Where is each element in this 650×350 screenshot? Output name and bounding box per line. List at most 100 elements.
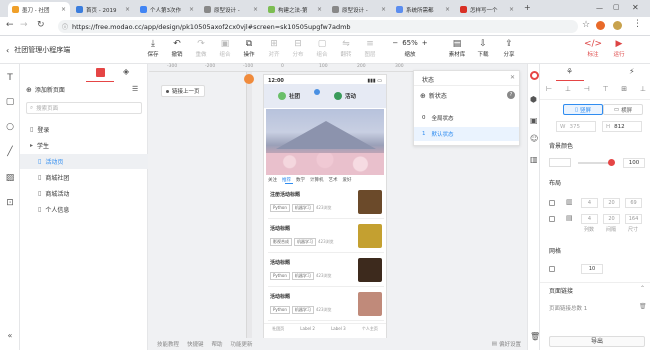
new-state-button[interactable]: ⊕ 新状态 [420, 91, 447, 101]
phone-artboard[interactable]: 12:00 ▮▮▮ ▭ 社团 活动 关注 推荐 数学 计算机 艺术 爱好 注册活动标题 Py… [263, 74, 387, 344]
ruler-handle-icon[interactable] [244, 74, 254, 84]
module-icon[interactable]: ▣ [530, 116, 538, 125]
layers-tab-icon[interactable]: ◈ [123, 67, 129, 76]
page-list-item[interactable]: ▯ 商城社团 [20, 170, 148, 185]
grid-size-field[interactable]: 10 [581, 264, 603, 274]
height-field[interactable]: H 812 [602, 121, 642, 132]
phone-bottom-tab[interactable]: Label 2 [300, 326, 315, 331]
layout-r1-c1[interactable]: 4 [581, 198, 598, 208]
collapse-icon[interactable]: ⌃ [640, 285, 645, 292]
page-search-input[interactable]: ⌕ 搜索页面 [26, 102, 142, 114]
toolbar-button[interactable]: ↶ 撤销 [165, 39, 189, 58]
help-icon[interactable]: ? [507, 91, 515, 99]
toolbar-button[interactable]: ⧉ 操作 [237, 39, 261, 58]
browser-tab[interactable]: 首页 - 2019 × [72, 2, 134, 17]
toolbar-button[interactable]: ▶ 运行 [606, 39, 632, 58]
phone-bottom-tab[interactable]: Label 3 [331, 326, 346, 331]
interaction-tab-icon[interactable]: ⚡ [629, 67, 635, 76]
back-to-projects[interactable]: ‹ 社团管理小程序端 [6, 45, 70, 55]
rectangle-tool-icon[interactable]: ▢ [4, 96, 16, 108]
bottom-link[interactable]: 技能教程 [157, 340, 179, 348]
opacity-slider-track[interactable] [578, 162, 612, 164]
close-tab-icon[interactable]: × [381, 6, 386, 13]
layout-row-checkbox[interactable] [549, 216, 555, 222]
pages-tab-icon[interactable] [96, 68, 105, 77]
bottom-link[interactable]: 帮助 [212, 340, 223, 348]
activity-card[interactable]: 注册活动标题 Python 机器学习 423浏览 [268, 187, 384, 219]
close-tab-icon[interactable]: × [509, 6, 514, 13]
close-tab-icon[interactable]: × [61, 6, 66, 13]
page-link-delete-icon[interactable]: 🗑 [639, 303, 647, 310]
page-list-item[interactable]: ▯ 商城活动 [20, 186, 148, 201]
browser-tab[interactable]: 原型设计 - × [200, 2, 262, 17]
orientation-landscape[interactable]: ▭ 横屏 [603, 104, 643, 115]
browser-tab[interactable]: 原型设计 - × [328, 2, 390, 17]
toolbar-button[interactable]: ▤ 素材库 [444, 39, 470, 58]
toolbar-button[interactable]: ↷ 重做 [189, 39, 213, 58]
page-list-item[interactable]: ▯ 登录 [20, 122, 148, 137]
grid-checkbox[interactable] [549, 266, 555, 272]
layout-r1-c3[interactable]: 69 [625, 198, 642, 208]
url-field[interactable]: ⓘ https://free.modao.cc/app/design/pk105… [58, 20, 578, 33]
toolbar-button[interactable]: ≡ 图层 [358, 39, 382, 58]
category-tab[interactable]: 数学 [296, 177, 305, 183]
bottom-link[interactable]: 快捷键 [187, 340, 204, 348]
page-settings-icon[interactable]: ☰ [132, 85, 138, 93]
layout-column-checkbox[interactable] [549, 200, 555, 206]
reload-icon[interactable]: ↻ [37, 20, 45, 30]
target-icon[interactable] [530, 71, 539, 80]
page-list-item[interactable]: ▯ 活动页 [20, 154, 148, 169]
close-tab-icon[interactable]: × [445, 6, 450, 13]
close-window-icon[interactable]: ✕ [632, 3, 639, 12]
layout-r2-c1[interactable]: 4 [581, 214, 598, 224]
component-icon[interactable]: ⬢ [530, 95, 537, 104]
toolbar-button[interactable]: ⇪ 分享 [496, 39, 522, 58]
star-icon[interactable]: ☆ [582, 20, 590, 30]
toolbar-button[interactable]: </> 标注 [580, 39, 606, 58]
maximize-icon[interactable]: ▢ [613, 3, 620, 11]
toolbar-button[interactable]: ⊞ 对齐 [262, 39, 286, 58]
image-tool-icon[interactable]: ▨ [4, 172, 16, 184]
link-back-button[interactable]: 链接上一页 [161, 85, 205, 97]
align-bottom-icon[interactable]: ⊥ [640, 85, 646, 93]
layout-r2-c3[interactable]: 164 [625, 214, 642, 224]
emoji-icon[interactable]: ☺ [530, 134, 538, 143]
activity-card[interactable]: 活动标题 Python 机器学习 423浏览 [268, 255, 384, 287]
category-tab[interactable]: 关注 [268, 177, 277, 183]
phone-bottom-tab[interactable]: 社团页 [272, 326, 284, 332]
browser-tab[interactable]: 构建之法-第 × [264, 2, 326, 17]
browser-tab[interactable]: 墨刀 - 社团 × [8, 2, 70, 17]
toolbar-button[interactable]: ⊟ 分布 [286, 39, 310, 58]
zoom-in-icon[interactable]: + [422, 39, 428, 47]
page-list-item[interactable]: ▯ 个人信息 [20, 202, 148, 217]
back-icon[interactable]: ← [6, 20, 14, 30]
profile-icon[interactable] [613, 21, 622, 30]
opacity-field[interactable]: 100 [623, 158, 645, 168]
toolbar-button[interactable]: ⇋ 翻转 [334, 39, 358, 58]
close-tab-icon[interactable]: × [253, 6, 258, 13]
close-tab-icon[interactable]: × [125, 6, 130, 13]
add-page-button[interactable]: ⊕ 添加新页面 [26, 85, 65, 95]
export-button[interactable]: 导出 [549, 336, 645, 347]
opacity-slider-handle[interactable] [608, 159, 615, 166]
state-item[interactable]: 0 全局状态 [414, 111, 519, 125]
toolbar-button[interactable]: ▢ 组合 [310, 39, 334, 58]
component-tool-icon[interactable]: ⊡ [4, 197, 16, 209]
browser-tab[interactable]: 个人第3次作 × [136, 2, 198, 17]
browser-tab[interactable]: 怎样写一个 × [456, 2, 518, 17]
preferences-button[interactable]: ▤ 偏好设置 [492, 340, 521, 348]
toolbar-button[interactable]: ▣ 组合 [213, 39, 237, 58]
zoom-control[interactable]: − 65% + 缩放 [385, 39, 435, 58]
zoom-out-icon[interactable]: − [392, 39, 398, 47]
layout-r1-c2[interactable]: 20 [603, 198, 620, 208]
align-right-icon[interactable]: ⊣ [584, 85, 590, 93]
browser-tab[interactable]: 系统所需都 × [392, 2, 454, 17]
activity-card[interactable]: 活动标题 Python 机器学习 423浏览 [268, 289, 384, 321]
bottom-link[interactable]: 功能更新 [231, 340, 253, 348]
category-tab[interactable]: 艺术 [329, 177, 338, 183]
toolbar-button[interactable]: ⇩ 下载 [470, 39, 496, 58]
design-tab-icon[interactable]: ⚘ [566, 67, 573, 76]
collapse-rail-icon[interactable]: « [4, 330, 16, 342]
extension-icon[interactable] [596, 21, 605, 30]
toolbar-button[interactable]: ⤓ 保存 [141, 39, 165, 58]
